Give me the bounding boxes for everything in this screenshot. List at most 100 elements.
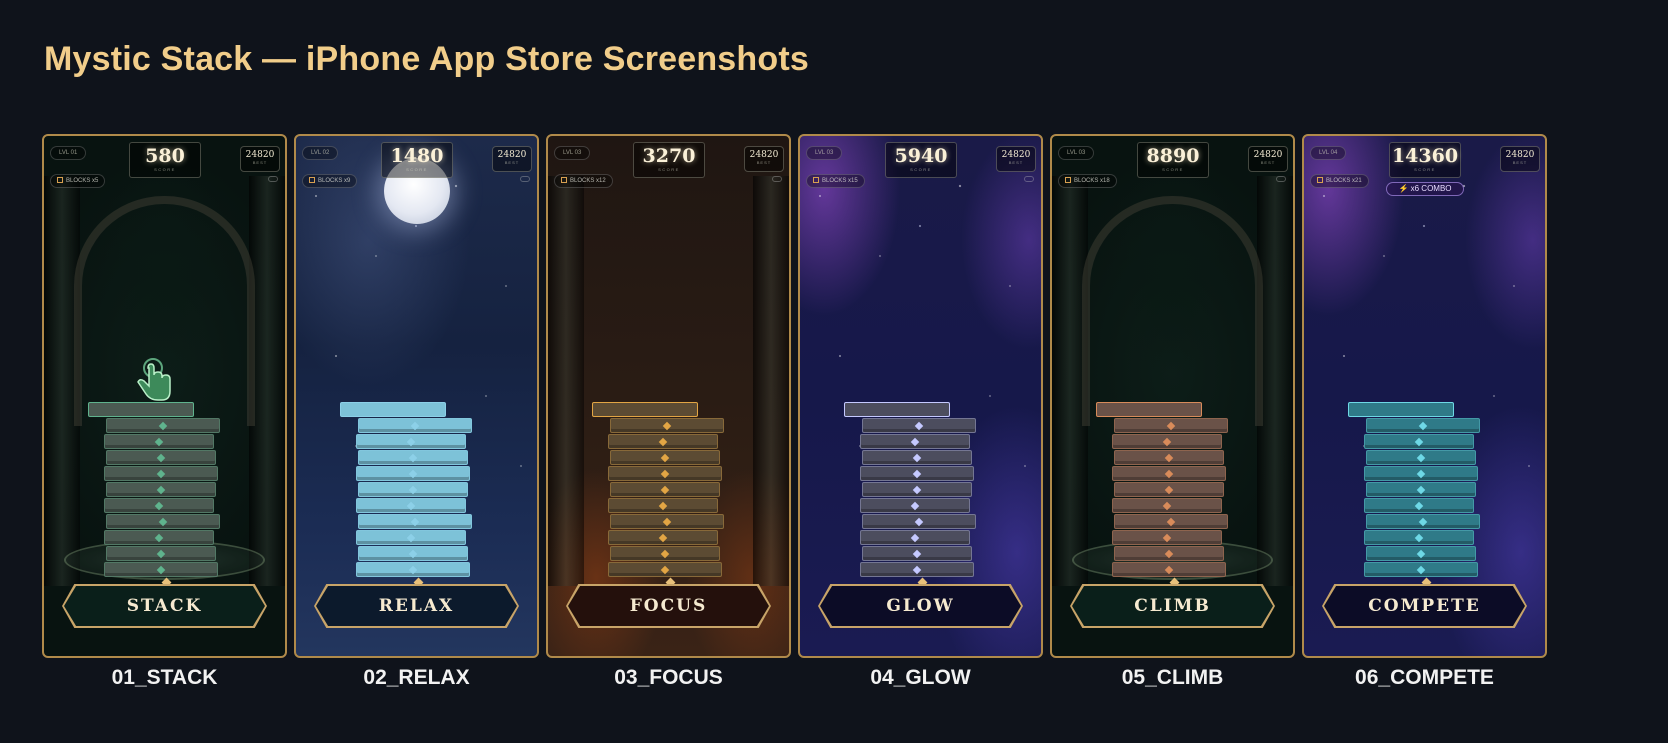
stack-block xyxy=(106,450,216,465)
banner-frame: COMPETE xyxy=(1322,584,1527,628)
falling-block[interactable] xyxy=(1096,402,1202,417)
stack-block xyxy=(610,418,724,433)
banner-label: RELAX xyxy=(316,586,517,626)
best-panel: 24820 BEST xyxy=(744,146,784,172)
block-gem xyxy=(158,517,168,527)
screenshot-card[interactable]: LVL 03 BLOCKS x12 3270 SCORE 24820 BEST FOCUS 0… xyxy=(546,134,791,689)
stack-block xyxy=(104,466,218,481)
settings-toggle[interactable] xyxy=(268,176,278,182)
stack-block xyxy=(356,562,470,577)
block-gem xyxy=(156,469,166,479)
block-gem xyxy=(406,501,416,511)
stack-block xyxy=(358,450,468,465)
phone-screen: LVL 04 BLOCKS x21 14360 SCORE 24820 BEST ⚡ x6 … xyxy=(1302,134,1547,658)
falling-block[interactable] xyxy=(1348,402,1454,417)
block-gem xyxy=(660,565,670,575)
block-gem xyxy=(1416,485,1426,495)
block-gem xyxy=(408,549,418,559)
score-panel: 1480 SCORE xyxy=(381,142,453,178)
score-label: SCORE xyxy=(658,167,680,172)
score-panel: 8890 SCORE xyxy=(1137,142,1209,178)
banner-frame: GLOW xyxy=(818,584,1023,628)
screenshot-card[interactable]: LVL 02 BLOCKS x9 1480 SCORE 24820 BEST RELAX 02… xyxy=(294,134,539,689)
stack-block xyxy=(106,546,216,561)
block-gem xyxy=(658,437,668,447)
settings-toggle[interactable] xyxy=(1024,176,1034,182)
screenshot-caption: 03_FOCUS xyxy=(614,666,723,689)
score-label: SCORE xyxy=(154,167,176,172)
settings-toggle[interactable] xyxy=(772,176,782,182)
block-gem xyxy=(1164,469,1174,479)
block-gem xyxy=(410,421,420,431)
block-gem xyxy=(910,501,920,511)
score-panel: 580 SCORE xyxy=(129,142,201,178)
screenshot-card[interactable]: LVL 04 BLOCKS x21 14360 SCORE 24820 BEST ⚡ x6 … xyxy=(1302,134,1547,689)
stack-block xyxy=(862,546,972,561)
stack-block xyxy=(1364,434,1474,449)
blocks-counter: BLOCKS x21 xyxy=(1310,174,1369,188)
stack-block xyxy=(608,498,718,513)
best-label: BEST xyxy=(1260,160,1276,165)
level-badge: LVL 01 xyxy=(50,146,87,160)
block-gem xyxy=(1416,469,1426,479)
best-panel: 24820 BEST xyxy=(240,146,280,172)
stack-block xyxy=(860,562,974,577)
falling-block[interactable] xyxy=(340,402,446,417)
settings-toggle[interactable] xyxy=(1276,176,1286,182)
block-icon xyxy=(561,177,567,184)
block-gem xyxy=(406,437,416,447)
stack-block xyxy=(358,482,468,497)
blocks-count: BLOCKS x5 xyxy=(66,178,99,184)
block-gem xyxy=(912,469,922,479)
phone-screen: LVL 03 BLOCKS x12 3270 SCORE 24820 BEST FOCUS xyxy=(546,134,791,658)
phone-screen: LVL 03 BLOCKS x18 8890 SCORE 24820 BEST CLIMB xyxy=(1050,134,1295,658)
stack-block xyxy=(106,418,220,433)
stack-block xyxy=(1366,546,1476,561)
score-value: 1480 xyxy=(390,145,444,167)
screenshot-card[interactable]: LVL 03 BLOCKS x18 8890 SCORE 24820 BEST CLIMB 0… xyxy=(1050,134,1295,689)
stack-block xyxy=(1114,450,1224,465)
stack-block xyxy=(1114,546,1224,561)
block-gem xyxy=(1418,517,1428,527)
stack-block xyxy=(860,434,970,449)
best-value: 24820 xyxy=(245,150,275,160)
falling-block[interactable] xyxy=(88,402,194,417)
stack-block xyxy=(1366,450,1476,465)
score-value: 5940 xyxy=(894,145,948,167)
stack-block xyxy=(1112,466,1226,481)
page-title: Mystic Stack — iPhone App Store Screensh… xyxy=(44,40,809,78)
block-gem xyxy=(1416,453,1426,463)
score-label: SCORE xyxy=(406,167,428,172)
block-gem xyxy=(1164,453,1174,463)
best-value: 24820 xyxy=(1253,150,1283,160)
screenshot-card[interactable]: LVL 03 BLOCKS x15 5940 SCORE 24820 BEST GLOW 04… xyxy=(798,134,1043,689)
block-gem xyxy=(662,421,672,431)
screenshot-caption: 04_GLOW xyxy=(870,666,971,689)
block-gem xyxy=(1414,533,1424,543)
block-gem xyxy=(408,453,418,463)
block-gem xyxy=(1414,501,1424,511)
settings-toggle[interactable] xyxy=(520,176,530,182)
block-gem xyxy=(1162,501,1172,511)
block-gem xyxy=(1166,517,1176,527)
stack-block xyxy=(610,546,720,561)
falling-block[interactable] xyxy=(592,402,698,417)
blocks-count: BLOCKS x12 xyxy=(570,178,606,184)
block-gem xyxy=(1166,421,1176,431)
block-icon xyxy=(813,177,819,184)
block-gem xyxy=(1414,437,1424,447)
falling-block[interactable] xyxy=(844,402,950,417)
screenshot-card[interactable]: LVL 01 BLOCKS x5 580 SCORE 24820 BEST STACK 01_… xyxy=(42,134,287,689)
stack-block xyxy=(1366,418,1480,433)
stack-block xyxy=(356,434,466,449)
best-label: BEST xyxy=(1512,160,1528,165)
banner-frame: STACK xyxy=(62,584,267,628)
best-panel: 24820 BEST xyxy=(1248,146,1288,172)
block-gem xyxy=(408,469,418,479)
stack-block xyxy=(608,466,722,481)
score-value: 580 xyxy=(145,145,185,167)
blocks-count: BLOCKS x18 xyxy=(1074,178,1110,184)
phone-screen: LVL 03 BLOCKS x15 5940 SCORE 24820 BEST GLOW xyxy=(798,134,1043,658)
stack-block xyxy=(1112,498,1222,513)
stack-block xyxy=(1364,530,1474,545)
